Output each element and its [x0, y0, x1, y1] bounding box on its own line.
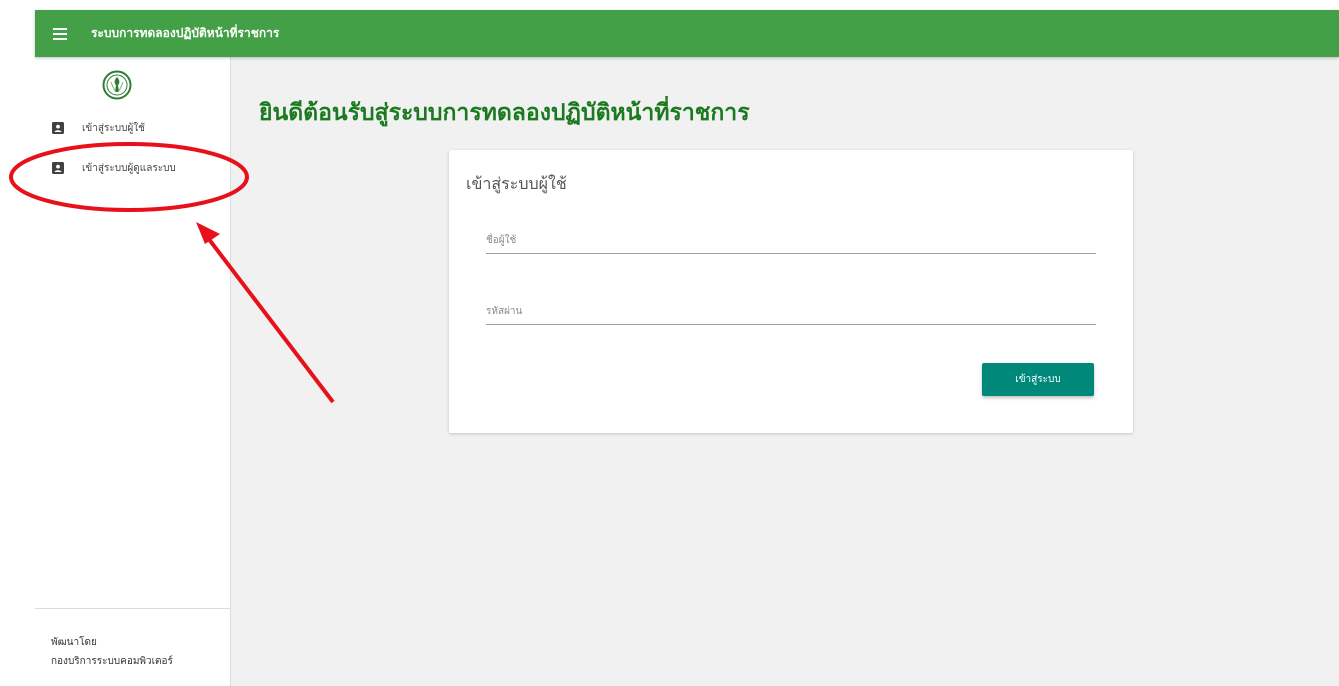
developer-name: กองบริการระบบคอมพิวเตอร์	[51, 656, 173, 667]
sidebar: เข้าสู่ระบบผู้ใช้ เข้าสู่ระบบผู้ดูแลระบบ…	[35, 57, 231, 686]
hamburger-menu-icon[interactable]	[53, 25, 67, 43]
username-input[interactable]	[486, 227, 1096, 254]
password-input[interactable]	[486, 298, 1096, 325]
login-card: เข้าสู่ระบบผู้ใช้ เข้าสู่ระบบ	[449, 150, 1133, 433]
login-button[interactable]: เข้าสู่ระบบ	[982, 363, 1094, 396]
sidebar-item-label: เข้าสู่ระบบผู้ดูแลระบบ	[82, 162, 176, 174]
sidebar-item-label: เข้าสู่ระบบผู้ใช้	[82, 122, 145, 134]
app-title: ระบบการทดลองปฏิบัติหน้าที่ราชการ	[91, 26, 280, 40]
page-title: ยินดีต้อนรับสู่ระบบการทดลองปฏิบัติหน้าที…	[259, 100, 750, 126]
account-box-icon	[52, 162, 64, 174]
sidebar-item-admin-login[interactable]: เข้าสู่ระบบผู้ดูแลระบบ	[35, 155, 230, 181]
sidebar-footer: พัฒนาโดย กองบริการระบบคอมพิวเตอร์	[35, 608, 230, 671]
main-content: ยินดีต้อนรับสู่ระบบการทดลองปฏิบัติหน้าที…	[231, 57, 1339, 686]
emblem-logo-icon	[102, 70, 132, 100]
developed-by-label: พัฒนาโดย	[51, 637, 97, 648]
sidebar-item-user-login[interactable]: เข้าสู่ระบบผู้ใช้	[35, 115, 230, 141]
login-card-title: เข้าสู่ระบบผู้ใช้	[466, 174, 567, 193]
account-box-icon	[52, 122, 64, 134]
app-bar: ระบบการทดลองปฏิบัติหน้าที่ราชการ	[35, 10, 1339, 57]
